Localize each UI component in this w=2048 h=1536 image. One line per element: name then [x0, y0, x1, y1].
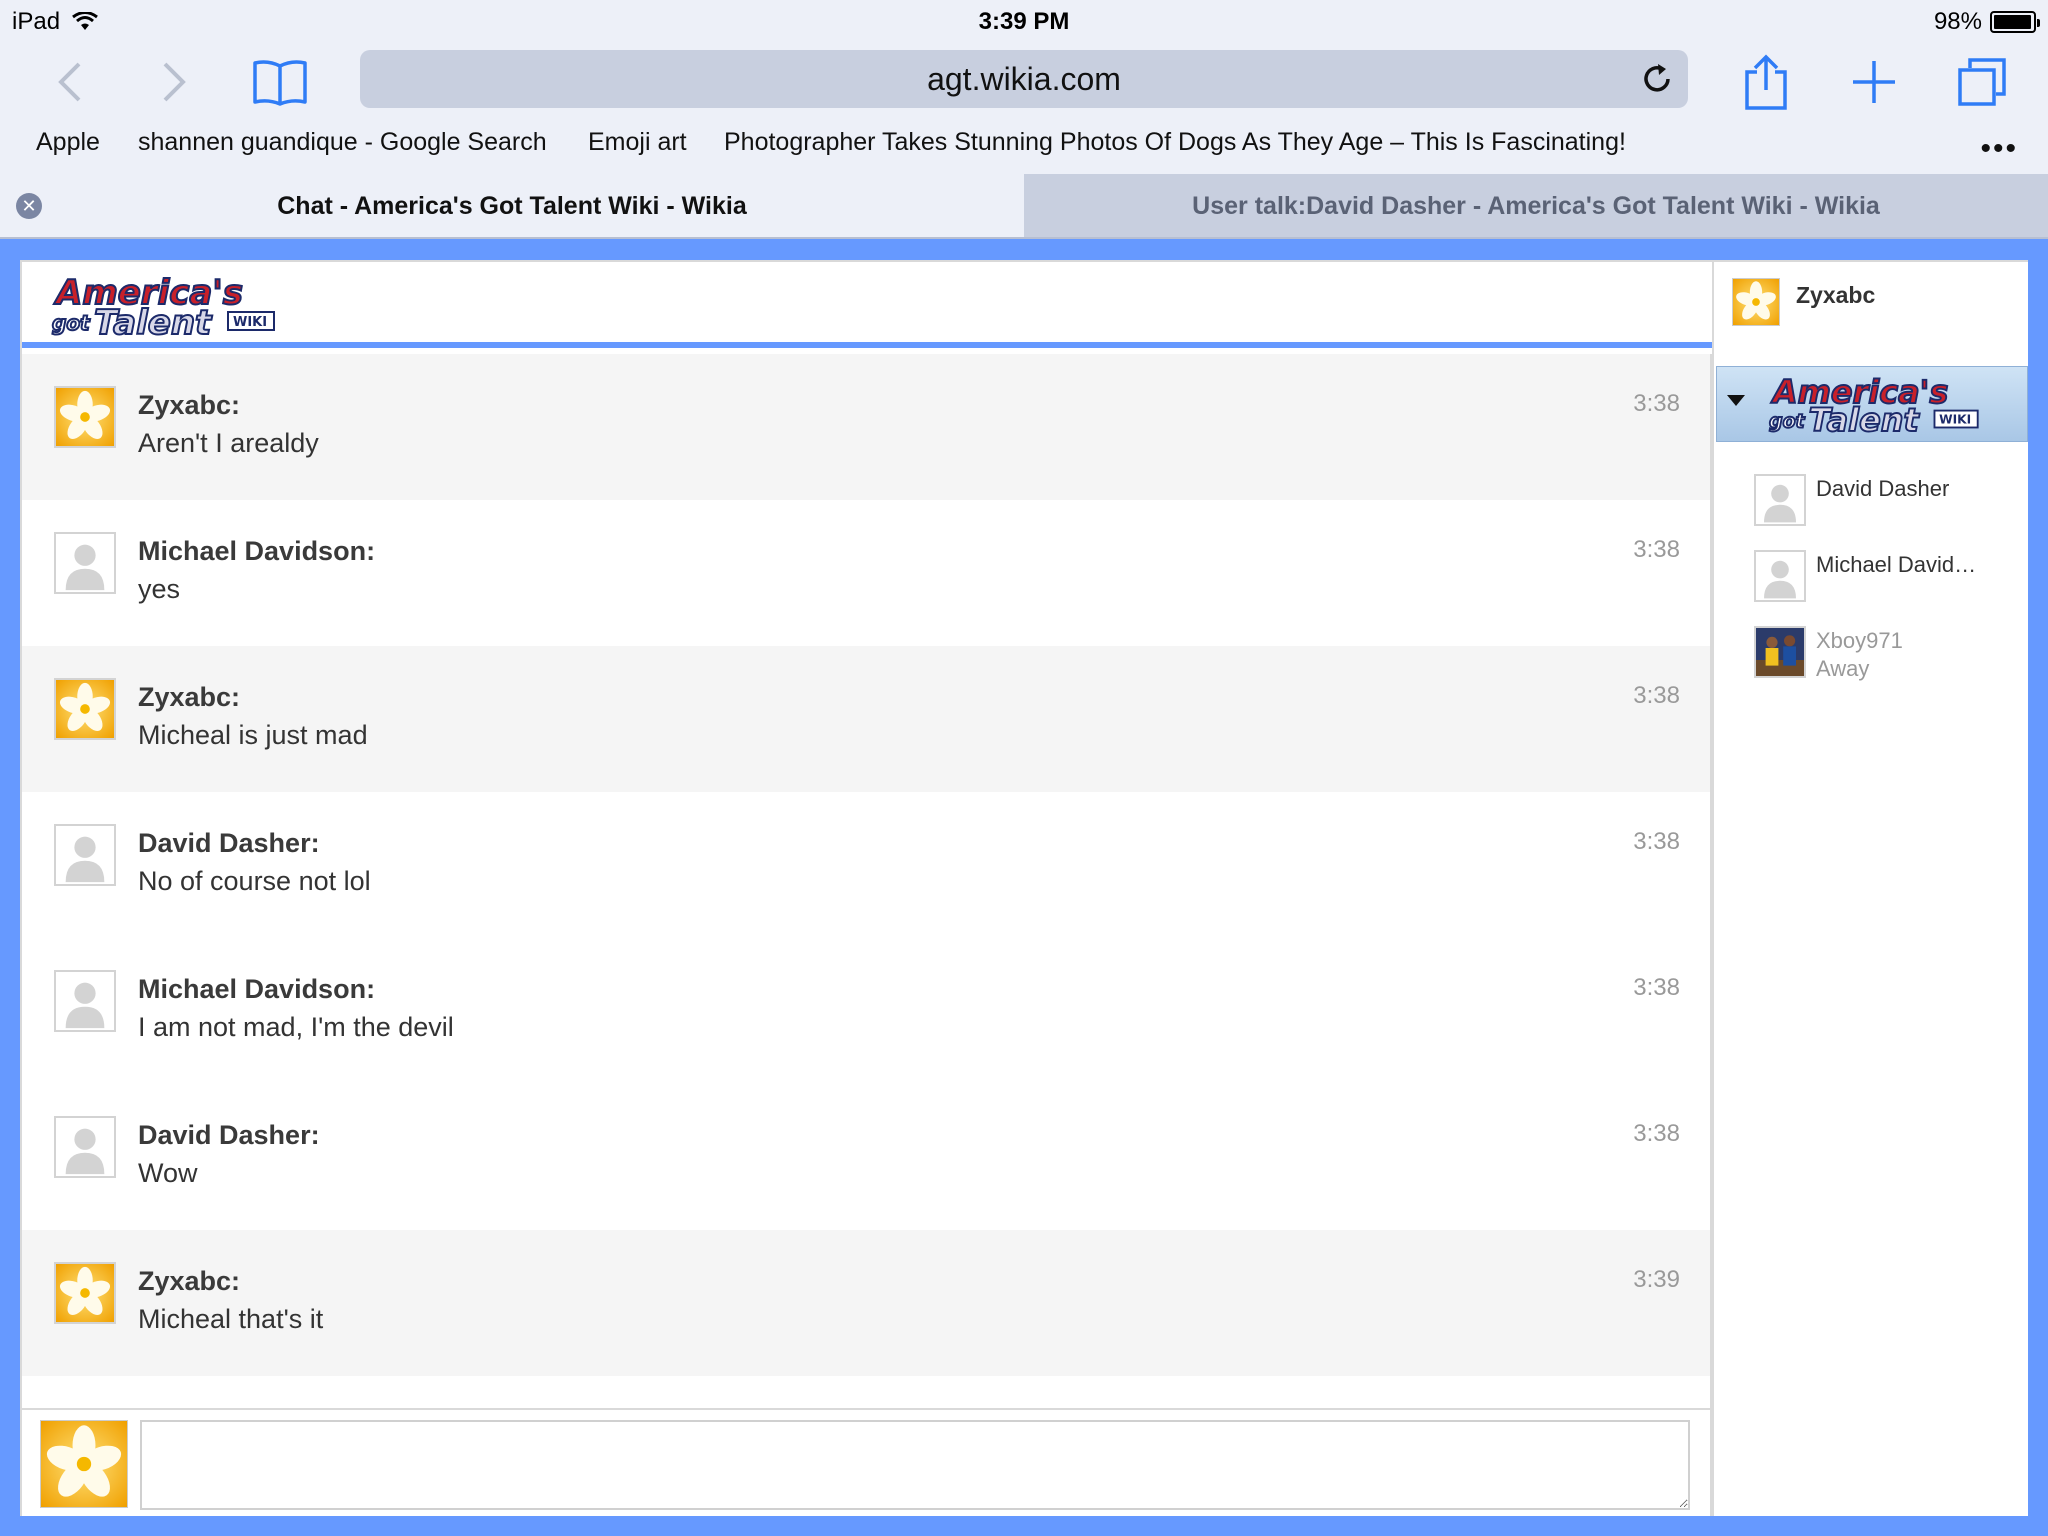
chat-message-input[interactable]	[140, 1420, 1690, 1510]
status-bar: iPad 3:39 PM 98%	[0, 0, 2048, 42]
address-bar[interactable]: agt.wikia.com	[360, 50, 1688, 108]
message-time: 3:39	[1633, 1266, 1680, 1293]
message-author[interactable]: Zyxabc:	[138, 1266, 240, 1297]
avatar[interactable]	[54, 824, 116, 886]
message-time: 3:38	[1633, 974, 1680, 1001]
close-tab-icon[interactable]: ✕	[16, 193, 42, 219]
message-time: 3:38	[1633, 682, 1680, 709]
battery-icon	[1990, 11, 2040, 33]
chat-message: Zyxabc: Micheal that's it 3:39	[22, 1230, 1710, 1376]
message-text: No of course not lol	[138, 866, 371, 896]
message-text: Micheal is just mad	[138, 720, 368, 750]
share-icon	[1745, 54, 1787, 110]
avatar	[1754, 474, 1806, 526]
message-author[interactable]: Zyxabc:	[138, 682, 240, 713]
browser-toolbar: agt.wikia.com	[0, 42, 2048, 120]
chat-message: David Dasher: No of course not lol 3:38	[22, 792, 1710, 938]
back-button[interactable]	[40, 52, 100, 112]
status-time: 3:39 PM	[978, 8, 1070, 35]
forward-button[interactable]	[144, 52, 204, 112]
reload-icon[interactable]	[1640, 62, 1674, 96]
avatar	[40, 1420, 128, 1508]
tab-chat[interactable]: ✕ Chat - America's Got Talent Wiki - Wik…	[0, 174, 1024, 238]
chat-page: Zyxabc Zyxabc: Aren't I arealdy 3:38 Mic…	[20, 260, 2028, 1516]
user-status: Away	[1816, 656, 1870, 681]
user-list-item[interactable]: Xboy971 Away	[1754, 626, 2024, 686]
avatar[interactable]	[1732, 278, 1780, 326]
tab-title: Chat - America's Got Talent Wiki - Wikia	[277, 191, 747, 220]
caret-down-icon[interactable]	[1727, 395, 1745, 406]
chat-message: David Dasher: Wow 3:38	[22, 1084, 1710, 1230]
wiki-logo[interactable]	[50, 272, 290, 338]
url-text: agt.wikia.com	[927, 60, 1121, 97]
avatar	[1754, 550, 1806, 602]
status-right: 98%	[1933, 8, 2040, 36]
avatar[interactable]	[54, 1262, 116, 1324]
browser-chrome: iPad 3:39 PM 98% agt.wikia.com Apple sha…	[0, 0, 2048, 239]
tab-bar: ✕ Chat - America's Got Talent Wiki - Wik…	[0, 174, 2048, 238]
avatar[interactable]	[54, 532, 116, 594]
favorites-bar: Apple shannen guandique - Google Search …	[0, 120, 2048, 166]
user-name: Xboy971	[1816, 628, 1903, 653]
avatar[interactable]	[54, 386, 116, 448]
new-tab-button[interactable]	[1844, 52, 1904, 112]
tab-title: User talk:David Dasher - America's Got T…	[1192, 191, 1880, 220]
battery-level	[1994, 15, 2032, 29]
user-list-item[interactable]: David Dasher	[1754, 474, 2024, 534]
message-author[interactable]: Zyxabc:	[138, 390, 240, 421]
message-text: Aren't I arealdy	[138, 428, 319, 458]
message-time: 3:38	[1633, 828, 1680, 855]
share-button[interactable]	[1736, 52, 1796, 112]
bookmark-google-search[interactable]: shannen guandique - Google Search	[138, 128, 547, 157]
avatar[interactable]	[54, 970, 116, 1032]
chevron-right-icon	[163, 62, 186, 102]
message-author[interactable]: David Dasher:	[138, 828, 320, 859]
message-time: 3:38	[1633, 1120, 1680, 1147]
message-time: 3:38	[1633, 390, 1680, 417]
message-list[interactable]: Zyxabc: Aren't I arealdy 3:38 Michael Da…	[22, 354, 1712, 1408]
chat-input-area	[22, 1408, 1712, 1516]
tab-user-talk[interactable]: User talk:David Dasher - America's Got T…	[1024, 174, 2048, 238]
message-text: I am not mad, I'm the devil	[138, 1012, 454, 1042]
tabs-overview-button[interactable]	[1952, 52, 2012, 112]
battery-percent: 98%	[1933, 8, 1982, 35]
message-author[interactable]: Michael Davidson:	[138, 536, 375, 567]
chrome-divider	[0, 237, 2048, 239]
user-list: David Dasher Michael David… Xboy971 Away	[1712, 358, 2028, 1516]
message-text: Wow	[138, 1158, 198, 1188]
user-list-item[interactable]: Michael David…	[1754, 550, 2024, 610]
plus-icon	[1853, 61, 1895, 103]
avatar[interactable]	[54, 678, 116, 740]
chat-message: Zyxabc: Aren't I arealdy 3:38	[22, 354, 1710, 500]
wiki-logo	[1765, 373, 1995, 435]
bookmark-emoji-art[interactable]: Emoji art	[588, 128, 687, 157]
wiki-header	[22, 262, 1712, 348]
message-text: yes	[138, 574, 181, 604]
user-name: David Dasher	[1816, 476, 1950, 501]
message-text: Micheal that's it	[138, 1304, 324, 1334]
more-bookmarks-icon[interactable]: •••	[1980, 132, 2018, 166]
chat-message: Michael Davidson: yes 3:38	[22, 500, 1710, 646]
tabs-icon	[1958, 58, 2006, 106]
avatar	[1754, 626, 1806, 678]
bookmark-apple[interactable]: Apple	[36, 128, 100, 157]
current-user-panel: Zyxabc	[1712, 262, 2028, 358]
chat-message: Michael Davidson: I am not mad, I'm the …	[22, 938, 1710, 1084]
bookmarks-button[interactable]	[250, 52, 310, 112]
room-header[interactable]	[1716, 366, 2028, 442]
chevron-left-icon	[58, 62, 81, 102]
bookmark-dog-photos[interactable]: Photographer Takes Stunning Photos Of Do…	[724, 128, 1626, 157]
user-name: Michael David…	[1816, 552, 1977, 577]
chat-message: Zyxabc: Micheal is just mad 3:38	[22, 646, 1710, 792]
message-author[interactable]: David Dasher:	[138, 1120, 320, 1151]
message-author[interactable]: Michael Davidson:	[138, 974, 375, 1005]
book-icon	[253, 60, 307, 106]
message-time: 3:38	[1633, 536, 1680, 563]
current-user-name[interactable]: Zyxabc	[1796, 282, 1875, 309]
avatar[interactable]	[54, 1116, 116, 1178]
